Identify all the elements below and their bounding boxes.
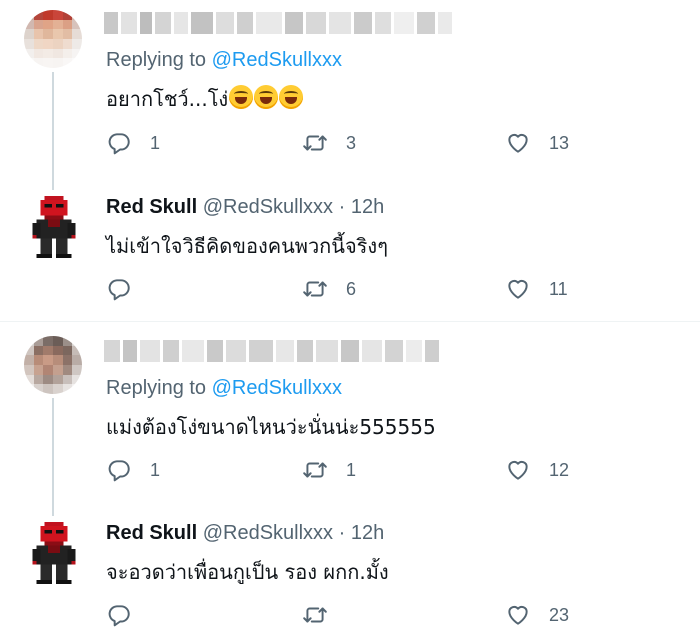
reply-button[interactable]: 1 xyxy=(106,455,160,485)
reply-tweet-2[interactable]: Replying to @RedSkullxxx แม่งต้องโง่ขนาด… xyxy=(0,322,700,516)
tweet-text-body: อยากโชว์...โง่ xyxy=(106,87,229,111)
reply-button[interactable] xyxy=(106,274,150,304)
retweet-button[interactable]: 3 xyxy=(302,128,356,158)
replying-to-label: Replying to xyxy=(106,377,207,399)
replying-to-label: Replying to xyxy=(106,49,207,71)
retweet-icon xyxy=(302,130,328,156)
tweet-text: จะอวดว่าเพื่อนกูเป็น รอง ผกก.มั้ง xyxy=(106,560,389,584)
like-button[interactable]: 13 xyxy=(505,128,569,158)
user-handle[interactable]: @RedSkullxxx xyxy=(203,522,333,544)
timestamp[interactable]: 12h xyxy=(351,522,384,544)
like-count: 23 xyxy=(549,604,570,625)
tweet-actions: 23 xyxy=(106,600,666,630)
separator-dot: · xyxy=(338,522,346,544)
rolling-on-floor-laughing-emoji-icon xyxy=(254,85,279,109)
red-skull-avatar[interactable] xyxy=(28,196,80,258)
rolling-on-floor-laughing-emoji-icon xyxy=(279,85,304,109)
retweet-count: 1 xyxy=(346,459,357,480)
replying-to: Replying to @RedSkullxxx xyxy=(106,49,342,72)
like-button[interactable]: 11 xyxy=(505,274,568,304)
retweet-button[interactable] xyxy=(302,600,346,630)
reply-icon xyxy=(106,602,132,628)
heart-icon xyxy=(505,130,531,156)
retweet-button[interactable]: 6 xyxy=(302,274,356,304)
author-tweet-2[interactable]: Red Skull @RedSkullxxx · 12h จะอวดว่าเพื… xyxy=(0,516,700,644)
user-handle[interactable]: @RedSkullxxx xyxy=(203,196,333,218)
reply-icon xyxy=(106,130,132,156)
tweet-text: ไม่เข้าใจวิธีคิดของคนพวกนี้จริงๆ xyxy=(106,234,388,258)
reply-count: 1 xyxy=(150,459,161,480)
thread-line xyxy=(52,398,54,516)
retweet-button[interactable]: 1 xyxy=(302,455,356,485)
pixelated-username xyxy=(104,340,439,362)
reply-tweet-1[interactable]: Replying to @RedSkullxxx อยากโชว์...โง่ … xyxy=(0,0,700,190)
tweet-actions: 1 1 12 xyxy=(106,455,666,485)
tweet-text: อยากโชว์...โง่ xyxy=(106,83,304,115)
retweet-icon xyxy=(302,457,328,483)
display-name[interactable]: Red Skull xyxy=(106,522,197,544)
separator-dot: · xyxy=(338,196,346,218)
reply-count: 1 xyxy=(150,132,161,153)
replying-to-handle-link[interactable]: @RedSkullxxx xyxy=(212,49,342,71)
retweet-count: 6 xyxy=(346,278,357,299)
avatar[interactable] xyxy=(24,10,82,68)
display-name[interactable]: Red Skull xyxy=(106,196,197,218)
tweet-actions: 6 11 xyxy=(106,274,666,304)
tweet-text: แม่งต้องโง่ขนาดไหนว่ะนั่นน่ะ555555 xyxy=(106,415,436,439)
thread-line xyxy=(52,72,54,190)
retweet-count: 3 xyxy=(346,132,357,153)
like-button[interactable]: 12 xyxy=(505,455,569,485)
avatar[interactable] xyxy=(24,336,82,394)
reply-icon xyxy=(106,276,132,302)
retweet-icon xyxy=(302,276,328,302)
tweet-actions: 1 3 13 xyxy=(106,128,666,158)
red-skull-avatar[interactable] xyxy=(28,522,80,584)
pixelated-avatar-image xyxy=(24,10,82,68)
tweet-header: Red Skull @RedSkullxxx · 12h xyxy=(106,196,384,219)
reply-icon xyxy=(106,457,132,483)
author-tweet-1[interactable]: Red Skull @RedSkullxxx · 12h ไม่เข้าใจวิ… xyxy=(0,190,700,320)
like-count: 11 xyxy=(549,278,568,299)
like-count: 13 xyxy=(549,132,570,153)
tweet-header: Red Skull @RedSkullxxx · 12h xyxy=(106,522,384,545)
reply-button[interactable]: 1 xyxy=(106,128,160,158)
heart-icon xyxy=(505,457,531,483)
reply-button[interactable] xyxy=(106,600,150,630)
heart-icon xyxy=(505,602,531,628)
pixelated-username xyxy=(104,12,452,34)
replying-to: Replying to @RedSkullxxx xyxy=(106,377,342,400)
like-count: 12 xyxy=(549,459,570,480)
pixelated-avatar-image xyxy=(24,336,82,394)
timestamp[interactable]: 12h xyxy=(351,196,384,218)
like-button[interactable]: 23 xyxy=(505,600,569,630)
retweet-icon xyxy=(302,602,328,628)
replying-to-handle-link[interactable]: @RedSkullxxx xyxy=(212,377,342,399)
heart-icon xyxy=(505,276,531,302)
rolling-on-floor-laughing-emoji-icon xyxy=(229,85,254,109)
